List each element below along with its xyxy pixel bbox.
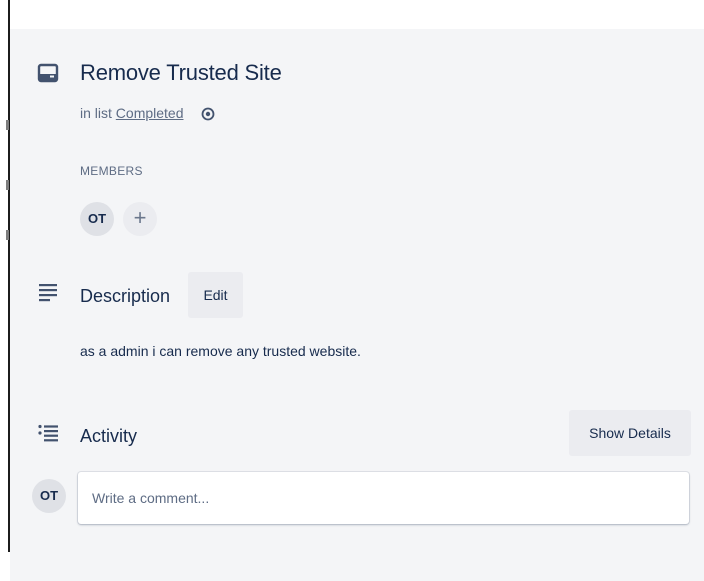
list-name-link[interactable]: Completed	[116, 105, 184, 121]
add-member-button[interactable]: +	[123, 202, 157, 236]
left-border-tick	[6, 230, 9, 240]
member-avatar[interactable]: OT	[80, 202, 114, 236]
left-border-tick	[6, 120, 9, 130]
comment-input[interactable]: Write a comment...	[78, 472, 689, 524]
left-window-edge	[0, 0, 10, 581]
activity-heading: Activity	[80, 426, 138, 446]
description-text[interactable]: as a admin i can remove any trusted webs…	[80, 343, 361, 359]
eye-icon[interactable]	[201, 107, 215, 121]
card-title[interactable]: Remove Trusted Site	[80, 60, 282, 86]
card-detail-page: Remove Trusted Site in list Completed ME…	[0, 0, 704, 581]
description-lines-icon	[39, 284, 57, 302]
left-border-tick	[6, 180, 9, 190]
description-heading: Description	[80, 286, 171, 306]
members-label: MEMBERS	[80, 164, 143, 178]
card-list-info: in list Completed	[80, 105, 215, 121]
list-prefix: in list	[80, 105, 112, 121]
card-icon	[37, 63, 59, 83]
show-details-button[interactable]: Show Details	[569, 410, 691, 456]
edit-description-button[interactable]: Edit	[188, 272, 243, 318]
card-detail-panel: Remove Trusted Site in list Completed ME…	[10, 29, 704, 581]
current-user-avatar: OT	[32, 479, 66, 513]
activity-list-icon	[38, 424, 58, 442]
